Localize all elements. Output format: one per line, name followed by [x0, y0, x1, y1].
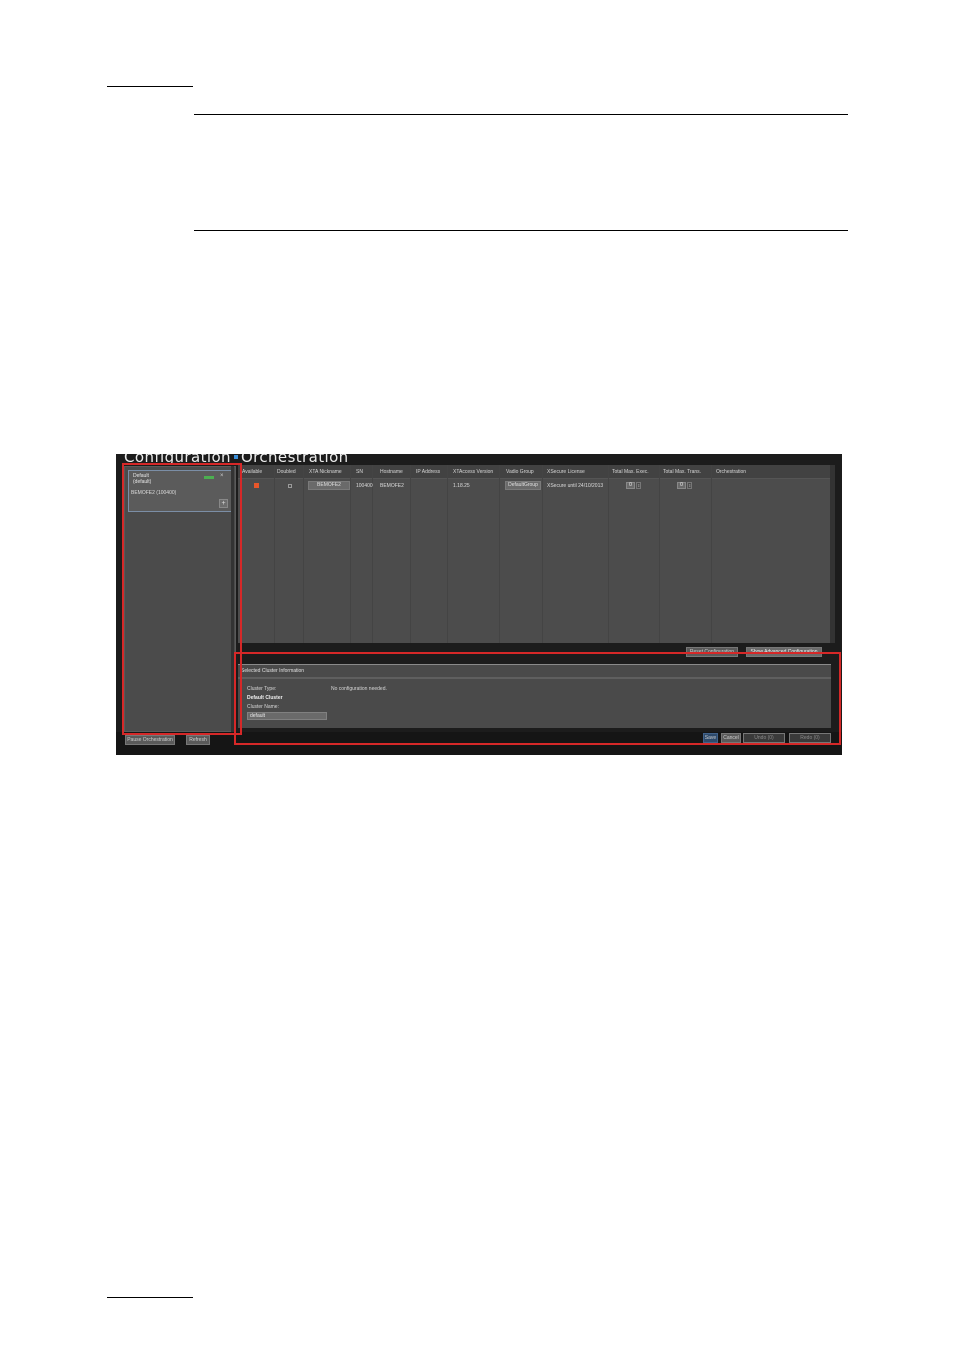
grid-col-divider: [350, 465, 351, 643]
col-header-version[interactable]: XTAccess Version: [453, 469, 493, 475]
grid-col-divider: [608, 465, 609, 643]
header-rule: [107, 86, 193, 87]
selected-info-highlight: [234, 652, 841, 745]
grid-col-divider: [274, 465, 275, 643]
grid-col-divider: [303, 465, 304, 643]
grid-col-divider: [410, 465, 411, 643]
servers-grid: Available Doubled XTA Nickname SN Hostna…: [238, 465, 830, 643]
grid-col-divider: [447, 465, 448, 643]
cell-hostname: BEMOFE2: [380, 483, 404, 489]
app-screenshot: Configuration Orchestration Default (defa…: [116, 454, 842, 755]
max-exec-stepper[interactable]: 0: [626, 482, 635, 489]
col-header-ip[interactable]: IP Address: [416, 469, 440, 475]
cell-version: 1.18.25: [453, 483, 470, 489]
cell-sn: 100400: [356, 483, 373, 489]
col-header-hostname[interactable]: Hostname: [380, 469, 403, 475]
grid-col-divider: [711, 465, 712, 643]
col-header-orchestration[interactable]: Orchestration: [716, 469, 746, 475]
grid-scrollbar[interactable]: [830, 465, 835, 643]
col-header-available[interactable]: Available: [242, 469, 262, 475]
title-separator-icon: [233, 454, 238, 459]
footer-rule: [107, 1297, 193, 1298]
col-header-sn[interactable]: SN: [356, 469, 363, 475]
refresh-button[interactable]: Refresh: [186, 735, 210, 745]
col-header-nickname[interactable]: XTA Nickname: [309, 469, 342, 475]
grid-col-divider: [542, 465, 543, 643]
available-status-icon: [254, 483, 259, 488]
stepper-arrows-icon[interactable]: ⇕: [687, 482, 692, 489]
nickname-field[interactable]: BEMOFE2: [308, 481, 350, 490]
doubled-checkbox[interactable]: [288, 484, 292, 488]
cluster-panel-highlight: [122, 463, 242, 735]
col-header-group[interactable]: Vadio Group: [506, 469, 534, 475]
note-bottom-rule: [194, 230, 848, 231]
note-top-rule: [194, 114, 848, 115]
grid-col-divider: [499, 465, 500, 643]
grid-col-divider: [372, 465, 373, 643]
group-dropdown[interactable]: DefaultGroup: [505, 481, 541, 490]
col-header-max-exec[interactable]: Total Max. Exec.: [612, 469, 649, 475]
pause-orchestration-button[interactable]: Pause Orchestration: [125, 735, 175, 745]
grid-col-divider: [659, 465, 660, 643]
cell-license: XSecure until 24/10/2013: [547, 483, 604, 489]
col-header-max-trans[interactable]: Total Max. Trans.: [663, 469, 701, 475]
col-header-doubled[interactable]: Doubled: [277, 469, 296, 475]
col-header-license[interactable]: XSecure License: [547, 469, 585, 475]
max-trans-stepper[interactable]: 0: [677, 482, 686, 489]
stepper-arrows-icon[interactable]: ⇕: [636, 482, 641, 489]
